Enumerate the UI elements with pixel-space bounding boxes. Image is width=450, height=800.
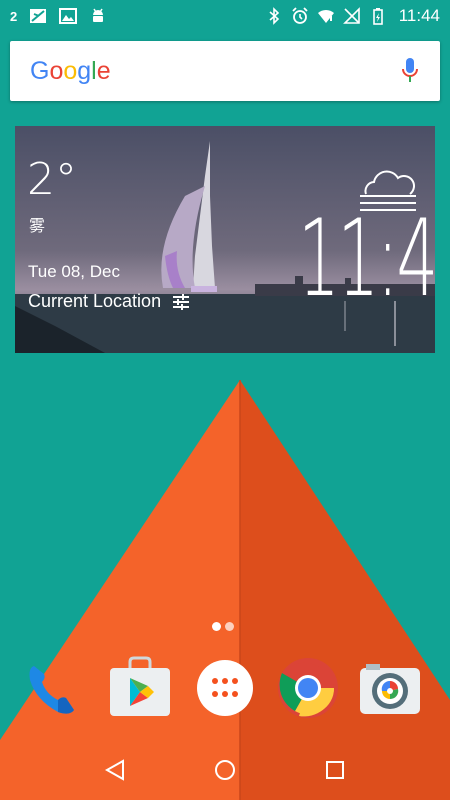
google-logo-letter: o — [63, 56, 78, 85]
google-logo: Google — [30, 57, 111, 86]
app-notification-icon — [30, 9, 47, 23]
android-debug-icon — [93, 8, 104, 22]
image-notification-icon — [59, 8, 78, 24]
back-icon — [104, 759, 124, 781]
camera-app[interactable] — [356, 654, 424, 722]
weather-widget[interactable]: 2° 雾 Tue 08, Dec Current Location 11:44 — [15, 126, 435, 353]
location-label: Current Location — [28, 291, 162, 311]
google-logo-letter: e — [96, 56, 111, 85]
location-row[interactable]: Current Location — [28, 291, 191, 312]
play-store-app[interactable] — [106, 654, 174, 722]
google-search-bar[interactable]: Google — [10, 41, 440, 101]
phone-app[interactable] — [18, 654, 86, 722]
page-dot — [225, 622, 234, 631]
chrome-app[interactable] — [274, 654, 342, 722]
widget-clock: 11:44 — [298, 197, 435, 320]
bluetooth-icon — [269, 7, 279, 25]
weather-condition: 雾 — [29, 218, 46, 235]
chrome-icon — [278, 658, 338, 718]
app-drawer-icon — [197, 660, 253, 716]
mic-icon[interactable] — [400, 56, 420, 86]
recents-button[interactable] — [317, 752, 353, 788]
temperature: 2° — [27, 154, 77, 205]
page-dot-active — [212, 622, 221, 631]
no-signal-icon — [342, 7, 360, 24]
settings-sliders-icon[interactable] — [171, 292, 191, 312]
home-button[interactable] — [207, 752, 243, 788]
phone-icon — [29, 666, 74, 714]
navigation-bar — [0, 740, 450, 800]
google-logo-letter: g — [77, 56, 92, 85]
notification-count: 2 — [10, 8, 18, 24]
home-icon — [215, 760, 235, 780]
status-bar: 2 11:44 — [0, 0, 450, 32]
battery-icon — [372, 8, 383, 25]
app-drawer-button[interactable] — [191, 654, 259, 722]
weather-date: Tue 08, Dec — [28, 262, 120, 281]
google-logo-letter: G — [30, 56, 50, 85]
camera-icon — [360, 664, 420, 714]
status-clock: 11:44 — [398, 6, 440, 25]
back-button[interactable] — [97, 752, 133, 788]
alarm-icon — [292, 7, 308, 24]
wifi-icon — [317, 9, 334, 23]
dock — [0, 650, 450, 726]
google-logo-letter: o — [49, 56, 64, 85]
recents-icon — [326, 761, 344, 779]
play-store-icon — [110, 656, 170, 716]
page-indicator — [212, 622, 234, 631]
